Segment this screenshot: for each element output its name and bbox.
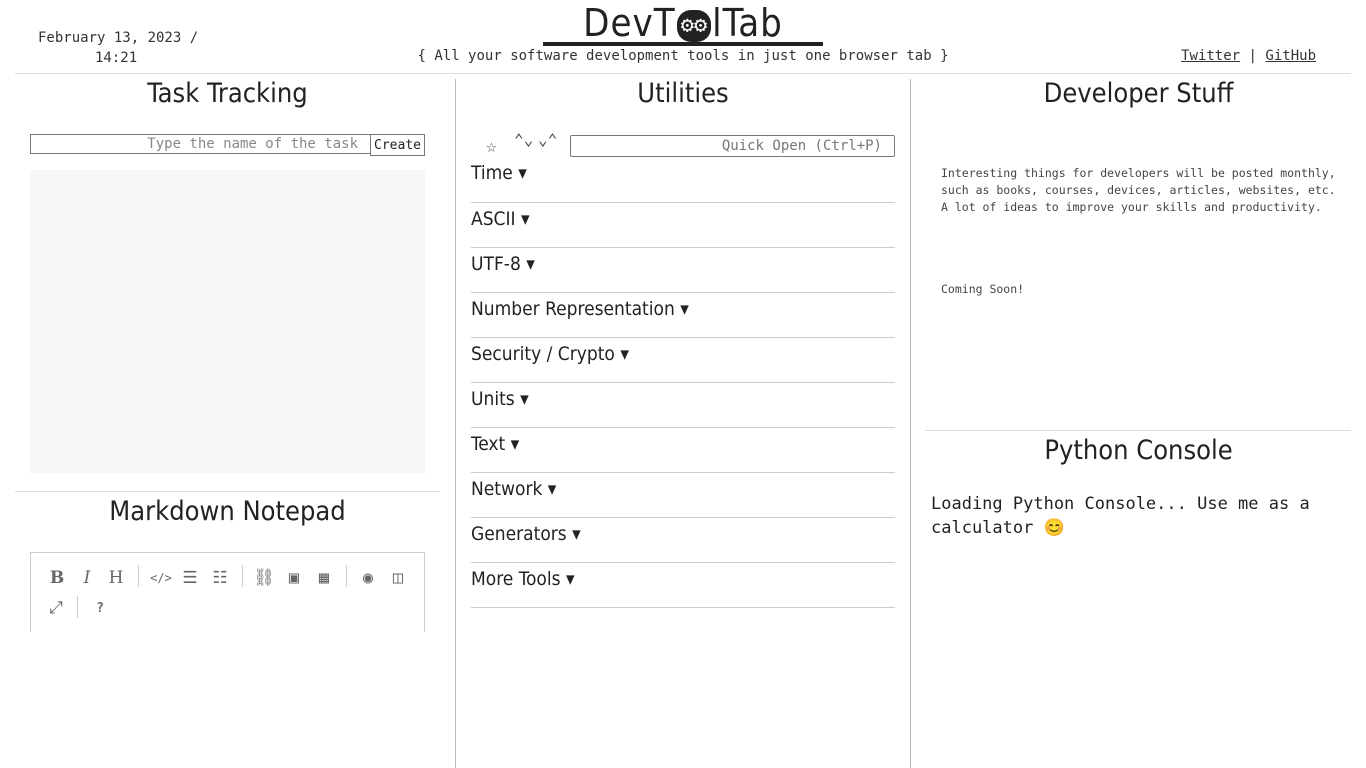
category-label: Units ▾ — [471, 388, 529, 410]
category-label: Security / Crypto ▾ — [471, 343, 629, 365]
category-generators[interactable]: Generators ▾ — [471, 518, 895, 563]
numbered-list-icon[interactable]: ☷ — [206, 564, 234, 592]
toolbar-separator — [242, 565, 243, 587]
column-divider-right — [910, 79, 911, 768]
category-label: Text ▾ — [471, 433, 520, 455]
preview-icon[interactable]: ◉ — [354, 564, 382, 592]
expand-all-icon[interactable]: ⌃⌄ — [514, 132, 533, 148]
task-list[interactable] — [30, 170, 425, 473]
category-time[interactable]: Time ▾ — [471, 157, 895, 203]
italic-icon[interactable]: I — [73, 564, 101, 592]
coming-soon-text: Coming Soon! — [941, 282, 1025, 296]
help-icon[interactable]: ? — [86, 594, 114, 622]
bold-icon[interactable]: B — [43, 564, 71, 592]
heading-icon[interactable]: H — [102, 564, 130, 592]
link-separator: | — [1248, 48, 1257, 64]
developer-stuff-description: Interesting things for developers will b… — [941, 166, 1336, 214]
category-label: Time ▾ — [471, 162, 527, 184]
category-units[interactable]: Units ▾ — [471, 383, 895, 428]
category-network[interactable]: Network ▾ — [471, 473, 895, 518]
code-icon[interactable]: </> — [147, 564, 175, 592]
task-tracking-title: Task Tracking — [147, 78, 308, 109]
toolbar-separator — [77, 596, 78, 618]
category-label: UTF-8 ▾ — [471, 253, 535, 275]
logo-text-right: lTab — [712, 1, 783, 45]
image-icon[interactable]: ▣ — [280, 564, 308, 592]
logo-underline — [543, 42, 823, 46]
fullscreen-icon[interactable]: ⤢ — [42, 594, 70, 622]
python-console-output[interactable]: Loading Python Console... Use me as a ca… — [931, 492, 1341, 540]
date-line: February 13, 2023 / — [38, 30, 199, 46]
category-label: More Tools ▾ — [471, 568, 575, 590]
bullet-list-icon[interactable]: ☰ — [176, 564, 204, 592]
time-line: 14:21 — [95, 50, 138, 66]
category-security-crypto[interactable]: Security / Crypto ▾ — [471, 338, 895, 383]
tagline: { All your software development tools in… — [417, 48, 949, 64]
category-number-representation[interactable]: Number Representation ▾ — [471, 293, 895, 338]
markdown-notepad-title: Markdown Notepad — [109, 496, 346, 527]
utility-category-list: Time ▾ ASCII ▾ UTF-8 ▾ Number Representa… — [471, 157, 895, 608]
table-icon[interactable]: ▦ — [310, 564, 338, 592]
category-utf8[interactable]: UTF-8 ▾ — [471, 248, 895, 293]
star-icon[interactable]: ☆ — [486, 136, 497, 157]
developer-stuff-title: Developer Stuff — [1043, 78, 1234, 109]
category-text[interactable]: Text ▾ — [471, 428, 895, 473]
quick-open-input[interactable] — [570, 135, 895, 157]
social-links: Twitter | GitHub — [1181, 48, 1316, 64]
developer-section-divider — [925, 430, 1351, 431]
github-link[interactable]: GitHub — [1265, 48, 1316, 64]
header-divider — [15, 73, 1351, 74]
python-console-title: Python Console — [1044, 435, 1233, 466]
category-label: Network ▾ — [471, 478, 557, 500]
collapse-all-icon[interactable]: ⌄⌃ — [538, 132, 557, 148]
category-label: Generators ▾ — [471, 523, 581, 545]
task-section-divider — [15, 491, 440, 492]
link-icon[interactable]: ⛓ — [250, 564, 278, 592]
gear-icon: ⚙⚙ — [676, 10, 712, 42]
create-task-button[interactable]: Create — [370, 134, 425, 156]
toolbar-separator — [138, 565, 139, 587]
logo-text-left: DevT — [583, 1, 676, 45]
date-time: February 13, 2023 / 14:21 — [38, 28, 208, 68]
twitter-link[interactable]: Twitter — [1181, 48, 1240, 64]
markdown-editor[interactable]: B I H </> ☰ ☷ ⛓ ▣ ▦ ◉ ◫ ⤢ ? — [30, 552, 425, 632]
category-label: ASCII ▾ — [471, 208, 530, 230]
toolbar-separator — [346, 565, 347, 587]
column-divider-left — [455, 79, 456, 768]
category-more-tools[interactable]: More Tools ▾ — [471, 563, 895, 608]
utilities-title: Utilities — [637, 78, 729, 109]
category-ascii[interactable]: ASCII ▾ — [471, 203, 895, 248]
side-by-side-icon[interactable]: ◫ — [384, 564, 412, 592]
site-logo[interactable]: DevT ⚙⚙ lTab — [543, 2, 823, 46]
task-name-input[interactable] — [30, 134, 370, 154]
category-label: Number Representation ▾ — [471, 298, 689, 320]
